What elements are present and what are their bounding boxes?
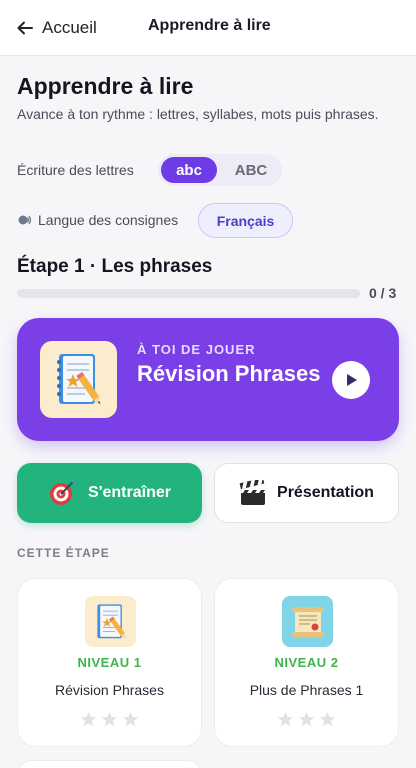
level-thumbnail (85, 596, 136, 647)
level-card-1[interactable]: NIVEAU 1 Révision Phrases (17, 578, 202, 747)
level-stars (215, 711, 398, 728)
level-number: NIVEAU 1 (77, 655, 142, 670)
star-icon (319, 711, 336, 727)
lowercase-option[interactable]: abc (161, 157, 217, 183)
hero-kicker: À TOI DE JOUER (137, 342, 256, 357)
play-button[interactable] (332, 361, 370, 399)
star-icon (80, 711, 97, 727)
level-thumbnail (282, 596, 333, 647)
uppercase-option[interactable]: ABC (223, 157, 279, 183)
speaking-head-icon (18, 215, 32, 224)
stage-progress-bar (17, 289, 360, 298)
level-stars (18, 711, 201, 728)
level-name: Plus de Phrases 1 (249, 682, 364, 698)
letter-case-toggle: abc ABC (158, 154, 282, 186)
stage-title: Étape 1 · Les phrases (17, 256, 213, 277)
level-number: NIVEAU 2 (274, 655, 339, 670)
language-row: Langue des consignes (17, 212, 178, 228)
presentation-label: Présentation (277, 484, 374, 501)
star-icon (298, 711, 315, 727)
clapper-board-icon (239, 480, 266, 505)
back-label: Accueil (42, 18, 97, 37)
arrow-left-icon (17, 21, 33, 35)
writing-style-label: Écriture des lettres (17, 162, 134, 178)
practice-label: S'entraîner (88, 484, 171, 501)
level-card-2[interactable]: NIVEAU 2 Plus de Phrases 1 (214, 578, 399, 747)
play-next-card[interactable]: À TOI DE JOUER Révision Phrases (17, 318, 399, 441)
page-subtitle: Avance à ton rythme : lettres, syllabes,… (17, 106, 379, 122)
star-icon (277, 711, 294, 727)
notebook-icon (96, 603, 125, 638)
page-title: Apprendre à lire (17, 73, 194, 99)
dart-target-icon (50, 481, 76, 505)
hero-thumbnail (40, 341, 117, 418)
practice-button[interactable]: S'entraîner (17, 463, 202, 523)
top-bar: Accueil Apprendre à lire (0, 0, 416, 56)
scroll-icon (291, 606, 324, 637)
level-card-3[interactable] (17, 760, 202, 768)
stage-progress-count: 0 / 3 (369, 285, 397, 301)
language-label: Langue des consignes (38, 212, 179, 228)
presentation-button[interactable]: Présentation (214, 463, 399, 523)
level-name: Révision Phrases (55, 682, 164, 698)
nav-title: Apprendre à lire (148, 17, 271, 34)
star-icon (101, 711, 118, 727)
language-select[interactable]: Français (198, 203, 293, 238)
section-label: CETTE ÉTAPE (17, 546, 110, 560)
hero-title: Révision Phrases (137, 361, 321, 386)
play-icon (347, 374, 357, 386)
back-button[interactable]: Accueil (16, 14, 97, 42)
star-icon (122, 711, 139, 727)
notebook-icon (56, 353, 100, 404)
